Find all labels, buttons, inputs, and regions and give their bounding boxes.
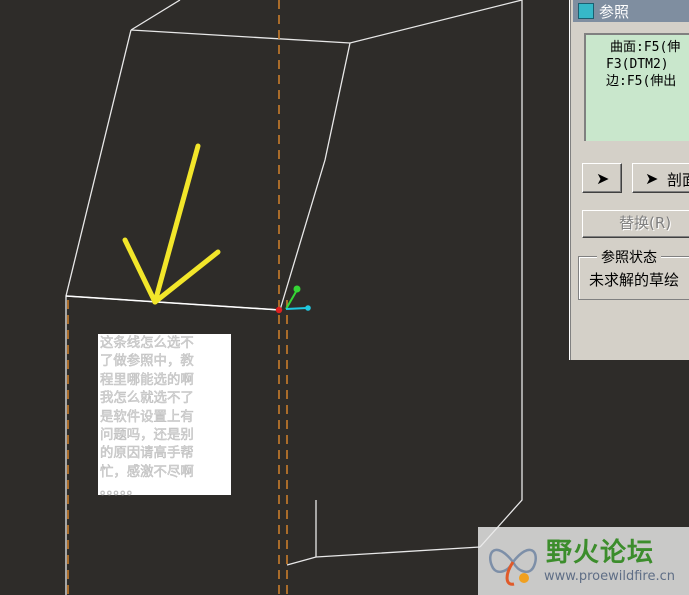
annotation-arrow-icon: [122, 143, 221, 305]
select-reference-button[interactable]: ➤: [582, 163, 622, 193]
csys-triad-icon: [275, 285, 311, 314]
watermark: 野火论坛 www.proewildfire.cn: [478, 527, 689, 595]
model-edge[interactable]: [479, 0, 523, 548]
question-line: 我怎么就选不了: [100, 391, 194, 407]
dialog-app-icon: [578, 3, 594, 19]
replace-button[interactable]: 替换(R): [582, 210, 689, 238]
model-edge[interactable]: [65, 29, 132, 595]
selected-edge[interactable]: [65, 295, 281, 311]
question-line: 是软件设置上有: [100, 409, 194, 425]
watermark-url: www.proewildfire.cn: [544, 569, 675, 584]
status-text: 未求解的草绘: [589, 271, 680, 289]
reference-item[interactable]: 曲面:F5(伸: [606, 39, 689, 56]
reference-list[interactable]: 曲面:F5(伸 F3(DTM2) 边:F5(伸出: [584, 33, 689, 141]
question-line: 的原因请高手帮: [100, 446, 194, 462]
reference-status-group: 参照状态 未求解的草绘: [578, 247, 689, 300]
reference-dialog: 参照 曲面:F5(伸 F3(DTM2) 边:F5(伸出 ➤ ➤ 剖面 替换(R)…: [569, 0, 689, 360]
cursor-arrow-icon: ➤: [596, 169, 610, 188]
question-line: 程里哪能选的啊: [100, 372, 194, 389]
section-button[interactable]: ➤ 剖面: [632, 163, 689, 193]
watermark-name: 野火论坛: [546, 538, 655, 568]
question-line: 这条线怎么选不: [100, 336, 194, 352]
question-line: 。。。。。: [100, 483, 141, 499]
question-note: 这条线怎么选不 了做参照中，教 程里哪能选的啊 我怎么就选不了 是软件设置上有 …: [98, 334, 231, 499]
cursor-arrow-icon: ➤: [645, 169, 659, 188]
question-text: 这条线怎么选不 了做参照中，教 程里哪能选的啊 我怎么就选不了 是软件设置上有 …: [100, 335, 230, 501]
reference-item[interactable]: 边:F5(伸出: [606, 73, 689, 90]
model-edge[interactable]: [130, 0, 523, 44]
model-edge[interactable]: [279, 42, 351, 311]
question-line: 问题吗，还是别: [100, 428, 194, 444]
question-line: 忙，感激不尽啊: [100, 464, 194, 481]
question-line: 了做参照中，教: [100, 354, 194, 370]
section-button-label: 剖面: [667, 171, 689, 189]
status-group-label: 参照状态: [597, 247, 661, 267]
dialog-title: 参照: [599, 2, 630, 21]
model-edge[interactable]: [130, 0, 181, 31]
butterfly-logo-icon: [489, 548, 537, 586]
reference-item[interactable]: F3(DTM2): [606, 56, 689, 73]
dialog-titlebar[interactable]: 参照: [573, 0, 689, 22]
replace-button-label: 替换(R): [619, 214, 672, 232]
